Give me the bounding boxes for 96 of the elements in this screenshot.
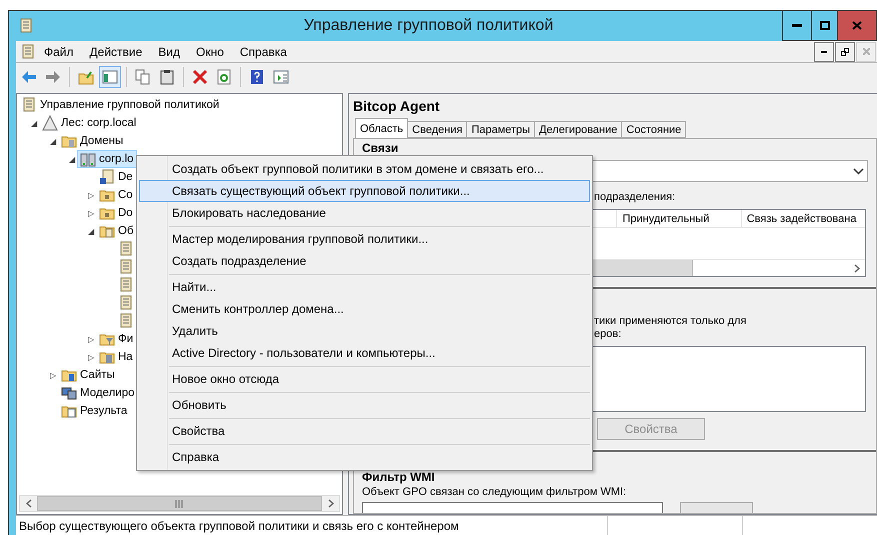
menu-item[interactable]: Связать существующий объект групповой политики...: [139, 180, 590, 202]
menu-item[interactable]: Найти...: [139, 276, 590, 298]
menu-item[interactable]: Удалить: [139, 320, 590, 342]
scroll-thumb[interactable]: [37, 496, 322, 511]
expand-toggle[interactable]: ◢: [86, 226, 96, 236]
tree-item[interactable]: Об: [96, 222, 137, 240]
tab[interactable]: Область: [355, 118, 408, 138]
computer-icon: [61, 385, 77, 401]
grip-icon: [175, 500, 184, 508]
menu-item[interactable]: Создать подразделение: [139, 250, 590, 272]
menu-item[interactable]: Блокировать наследование: [139, 202, 590, 224]
restore-icon: [841, 48, 849, 56]
tab[interactable]: Состояние: [621, 121, 686, 138]
scroll-icon: [118, 259, 134, 275]
tree-item[interactable]: Домены: [58, 132, 126, 150]
tree-item[interactable]: Сайты: [58, 366, 118, 384]
tab[interactable]: Сведения: [407, 121, 468, 138]
server-icon: [80, 151, 96, 167]
expand-toggle[interactable]: ▷: [86, 334, 96, 344]
panel-icon: [273, 69, 289, 85]
expand-toggle[interactable]: ◢: [48, 136, 58, 146]
tab[interactable]: Параметры: [466, 121, 536, 138]
menu-item[interactable]: Active Directory - пользователи и компьютеры...: [139, 342, 590, 364]
app-icon: [20, 44, 36, 60]
scroll-icon: [118, 295, 134, 311]
panel-icon: [102, 69, 118, 85]
chevron-right-icon[interactable]: [328, 499, 334, 508]
scroll-icon: [99, 169, 115, 185]
expand-toggle[interactable]: ▷: [86, 208, 96, 218]
caption-text: еров:: [594, 328, 622, 341]
close-button[interactable]: [837, 11, 877, 41]
forward-arrow-icon: [45, 69, 61, 85]
column-header[interactable]: Принудительный: [616, 210, 741, 227]
menu-item[interactable]: Мастер моделирования групповой политики...: [139, 228, 590, 250]
maximize-icon: [820, 21, 830, 30]
caption-text: тики применяются только для: [594, 315, 748, 328]
menu-item[interactable]: Действие: [82, 44, 150, 58]
expand-toggle[interactable]: ◢: [29, 118, 39, 128]
expand-toggle[interactable]: ▷: [48, 370, 58, 380]
triangle-icon: [42, 115, 58, 131]
minimize-icon: [821, 50, 827, 52]
caption-text: подразделения:: [594, 191, 676, 203]
section-heading: Фильтр WMI: [362, 471, 436, 484]
menu-item[interactable]: Справка: [232, 44, 295, 58]
menu-item[interactable]: Файл: [36, 44, 82, 58]
expand-toggle[interactable]: ▷: [86, 190, 96, 200]
close-icon: [192, 69, 208, 85]
gpo-title: Bitcop Agent: [353, 98, 441, 116]
refresh-icon: [216, 69, 232, 85]
minimize-button[interactable]: [814, 42, 834, 62]
app-icon: [18, 18, 34, 34]
tree-item[interactable]: Моделиро: [58, 384, 138, 402]
toolbar-button[interactable]: [99, 66, 121, 88]
menu-item[interactable]: Вид: [150, 44, 188, 58]
tree-item[interactable]: Do: [96, 204, 136, 222]
restore-button[interactable]: [835, 42, 855, 62]
scroll-icon: [118, 241, 134, 257]
menu-item[interactable]: Обновить: [139, 394, 590, 416]
scroll-icon: [118, 313, 134, 329]
close-icon: [862, 48, 870, 55]
tree-item[interactable]: De: [96, 168, 136, 186]
tree-item[interactable]: На: [96, 348, 136, 366]
scroll-icon: [21, 97, 37, 113]
tree-item[interactable]: Результа: [58, 402, 130, 420]
menu-item[interactable]: Новое окно отсюда: [139, 368, 590, 390]
menu-item[interactable]: Окно: [188, 44, 232, 58]
status-text: Выбор существующего объекта групповой политики и связь его с контейнером: [19, 518, 460, 532]
chevron-left-icon[interactable]: [26, 499, 32, 508]
menu-item[interactable]: Свойства: [139, 420, 590, 442]
tab[interactable]: Делегирование: [534, 121, 622, 138]
scroll-icon: [118, 277, 134, 293]
column-header[interactable]: Связь задействована: [740, 210, 866, 227]
input-field[interactable]: [362, 502, 663, 513]
section-heading: Связи: [362, 142, 400, 155]
horizontal-scrollbar[interactable]: [19, 495, 340, 512]
tree-item[interactable]: Управление групповой политикой: [18, 96, 222, 114]
tree-item[interactable]: Лес: corp.local: [39, 114, 140, 132]
help-icon: [249, 69, 265, 85]
menu-item[interactable]: Сменить контроллер домена...: [139, 298, 590, 320]
tree-item[interactable]: Co: [96, 186, 136, 204]
copy-icon: [135, 69, 151, 85]
expand-toggle[interactable]: ▷: [86, 352, 96, 362]
close-icon: [852, 21, 862, 30]
folder-up-icon: [78, 69, 94, 85]
tree-item[interactable]: corp.lo: [77, 150, 137, 168]
clipboard-icon: [159, 69, 175, 85]
chevron-down-icon: [853, 168, 864, 174]
menu-item[interactable]: Создать объект групповой политики в этом домене и связать его...: [139, 158, 590, 180]
caption-text: Объект GPO связан со следующим фильтром WMI:: [362, 486, 628, 498]
back-arrow-icon: [21, 69, 37, 85]
menu-item[interactable]: Справка: [139, 446, 590, 468]
chevron-right-icon[interactable]: [854, 264, 860, 272]
window-title: Управление групповой политикой: [302, 17, 554, 35]
minimize-icon: [792, 24, 802, 28]
expand-toggle[interactable]: ◢: [67, 154, 77, 164]
tree-item[interactable]: Фи: [96, 330, 136, 348]
